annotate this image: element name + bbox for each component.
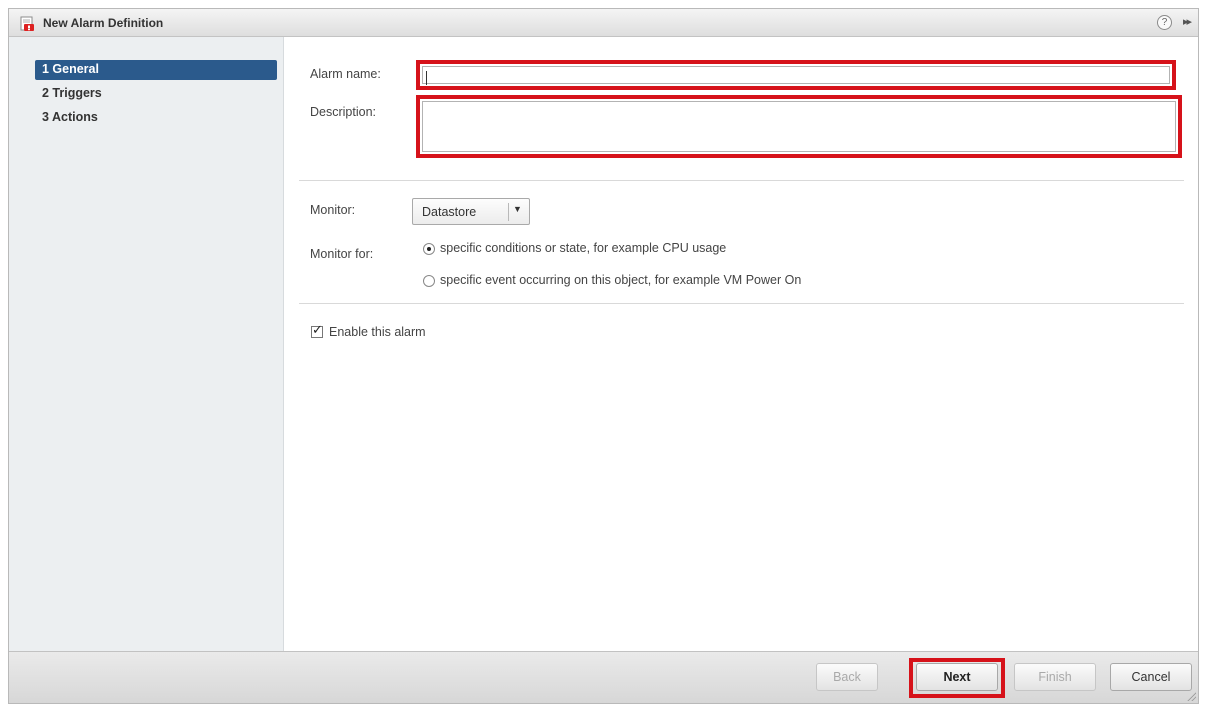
- description-input-box[interactable]: [422, 101, 1176, 152]
- back-button[interactable]: Back: [816, 663, 878, 691]
- alarm-name-input-box[interactable]: [422, 66, 1170, 85]
- step-triggers[interactable]: 2 Triggers: [35, 84, 277, 104]
- step-general[interactable]: 1 General: [35, 60, 277, 80]
- divider: [299, 303, 1184, 304]
- help-icon[interactable]: ?: [1157, 15, 1172, 30]
- monitor-label: Monitor:: [310, 203, 356, 217]
- chevron-down-icon[interactable]: ▼: [513, 204, 522, 214]
- checkmark-icon: ✓: [312, 322, 323, 337]
- radio-event-label[interactable]: specific event occurring on this object,…: [440, 273, 801, 287]
- next-button[interactable]: Next: [916, 663, 998, 691]
- monitor-for-label: Monitor for:: [310, 247, 374, 261]
- step-actions[interactable]: 3 Actions: [35, 108, 277, 128]
- monitor-select-value: Datastore: [422, 205, 477, 219]
- enable-alarm-checkbox[interactable]: ✓: [311, 322, 323, 338]
- radio-conditions[interactable]: [423, 243, 435, 255]
- radio-event[interactable]: [423, 275, 435, 287]
- expand-icon[interactable]: ▸▸: [1183, 15, 1192, 28]
- resize-grip-icon[interactable]: [1186, 691, 1196, 701]
- dialog-titlebar: New Alarm Definition ? ▸▸: [9, 9, 1198, 37]
- wizard-steps-sidebar: 1 General 2 Triggers 3 Actions: [9, 37, 284, 651]
- text-caret: [426, 71, 427, 85]
- alarm-name-label: Alarm name:: [310, 67, 381, 81]
- wizard-content: Alarm name: Description: Monitor: Datast…: [285, 37, 1198, 651]
- finish-button[interactable]: Finish: [1014, 663, 1096, 691]
- alarm-icon: [20, 16, 34, 31]
- divider: [299, 180, 1184, 181]
- radio-conditions-label[interactable]: specific conditions or state, for exampl…: [440, 241, 726, 255]
- alarm-name-input[interactable]: [416, 60, 1176, 90]
- select-divider: [508, 203, 509, 221]
- enable-alarm-label[interactable]: Enable this alarm: [329, 325, 426, 339]
- new-alarm-dialog: New Alarm Definition ? ▸▸ 1 General 2 Tr…: [8, 8, 1199, 704]
- dialog-title: New Alarm Definition: [43, 16, 164, 30]
- monitor-select[interactable]: Datastore ▼: [412, 198, 530, 225]
- description-input[interactable]: [416, 95, 1182, 158]
- cancel-button[interactable]: Cancel: [1110, 663, 1192, 691]
- wizard-footer: Back Next Finish Cancel: [9, 651, 1198, 703]
- description-label: Description:: [310, 105, 376, 119]
